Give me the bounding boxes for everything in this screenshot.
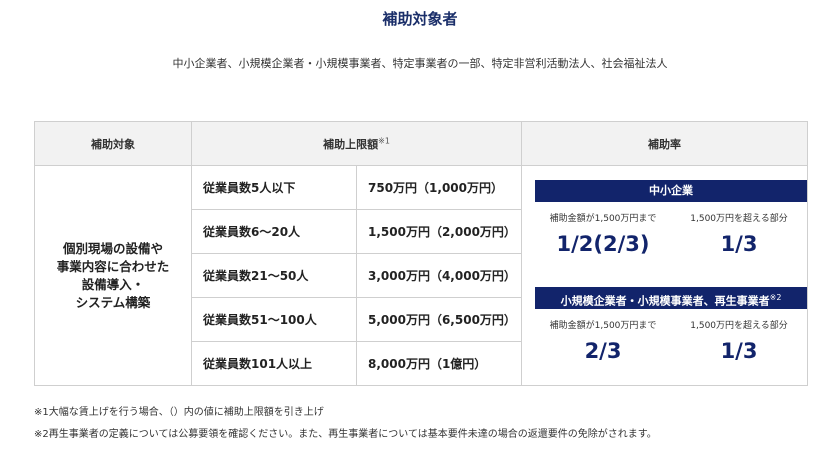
header-target: 補助対象 <box>34 121 192 166</box>
rate-value-left: 2/3 <box>584 339 622 363</box>
rate-condition-left: 補助金額が1,500万円まで <box>549 321 657 331</box>
rate-value-left: 1/2(2/3) <box>556 232 650 256</box>
table-header-row: 補助対象 補助上限額※1 補助率 <box>34 121 809 166</box>
header-rate: 補助率 <box>521 121 809 166</box>
rate-cell: 中小企業 補助金額が1,500万円まで 1/2(2/3) 1,500万円を超える… <box>521 165 809 386</box>
rate-block-title: 中小企業 <box>535 180 808 202</box>
limit-amount: 5,000万円（6,500万円） <box>355 297 523 342</box>
page-title: 補助対象者 <box>382 10 458 28</box>
subsidy-table: 補助対象 補助上限額※1 補助率 個別現場の設備や 事業内容に合わせた 設備導入… <box>34 121 809 386</box>
rate-value-right: 1/3 <box>720 232 758 256</box>
target-description: 個別現場の設備や 事業内容に合わせた 設備導入・ システム構築 <box>34 165 192 386</box>
limit-amount: 750万円（1,000万円） <box>355 165 523 210</box>
footnote-2: ※2再生事業者の定義については公募要領を確認ください。また、再生事業者については… <box>34 429 657 440</box>
employee-range: 従業員数21〜50人 <box>191 253 357 298</box>
rate-value-right: 1/3 <box>720 339 758 363</box>
footnote-1: ※1大幅な賃上げを行う場合、（）内の値に補助上限額を引き上げ <box>34 407 324 418</box>
rate-block-small-business: 小規模企業者・小規模事業者、再生事業者※2 補助金額が1,500万円まで 2/3… <box>535 287 808 363</box>
header-limit: 補助上限額※1 <box>190 121 523 166</box>
eligible-entities: 中小企業者、小規模企業者・小規模事業者、特定事業者の一部、特定非営利活動法人、社… <box>172 57 668 70</box>
rate-condition-right: 1,500万円を超える部分 <box>690 214 788 224</box>
employee-range: 従業員数5人以下 <box>191 165 357 210</box>
rate-block-sme: 中小企業 補助金額が1,500万円まで 1/2(2/3) 1,500万円を超える… <box>535 180 808 256</box>
employee-range: 従業員数6〜20人 <box>191 209 357 254</box>
limit-amount: 8,000万円（1億円） <box>355 341 523 386</box>
employee-range: 従業員数51〜100人 <box>191 297 357 342</box>
limit-footnote-mark: ※1 <box>378 135 390 145</box>
rate-condition-right: 1,500万円を超える部分 <box>690 321 788 331</box>
limit-amount: 3,000万円（4,000万円） <box>355 253 523 298</box>
employee-range: 従業員数101人以上 <box>191 341 357 386</box>
limit-amount: 1,500万円（2,000万円） <box>355 209 523 254</box>
rate-block-title: 小規模企業者・小規模事業者、再生事業者※2 <box>535 287 808 309</box>
table-row: 個別現場の設備や 事業内容に合わせた 設備導入・ システム構築 従業員数5人以下… <box>34 165 809 386</box>
rate-condition-left: 補助金額が1,500万円まで <box>549 214 657 224</box>
